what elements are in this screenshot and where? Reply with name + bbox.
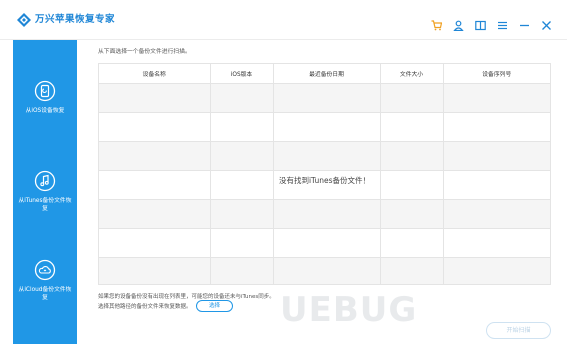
sidebar: 从iOS设备恢复 从iTunes备份文件恢复 从iCloud备份文件恢复 [13,40,77,344]
instruction-text: 从下面选择一个备份文件进行扫描。 [98,49,191,55]
start-scan-button[interactable]: 开始扫描 [486,322,551,339]
ios-device-icon [34,80,56,102]
select-button[interactable]: 选择 [196,300,233,312]
table-row [99,199,550,229]
cart-icon[interactable] [430,19,443,32]
minimize-icon[interactable] [518,19,531,32]
table-header-row: 设备名称 iOS版本 最近备份日期 文件大小 设备序列号 [99,64,550,84]
table-row [99,141,550,171]
sidebar-item-itunes[interactable]: 从iTunes备份文件恢复 [13,170,77,213]
book-icon[interactable] [474,19,487,32]
column-header[interactable]: 最近备份日期 [273,64,381,84]
table-row [99,228,550,258]
watermark-text: UEBUG [280,290,418,330]
sidebar-item-label: 从iOS设备恢复 [25,108,65,114]
app-title: 万兴苹果恢复专家 [35,14,116,25]
backup-table: 设备名称 iOS版本 最近备份日期 文件大小 设备序列号 没有找到iTunes备… [98,63,551,285]
column-header[interactable]: 文件大小 [380,64,444,84]
sidebar-item-icloud[interactable]: 从iCloud备份文件恢复 [13,259,77,302]
title-bar: 万兴苹果恢复专家 [0,0,567,40]
app-logo-icon [17,13,31,27]
column-header[interactable]: 设备序列号 [443,64,550,84]
column-header[interactable]: iOS版本 [210,64,274,84]
user-icon[interactable] [452,19,465,32]
menu-icon[interactable] [496,19,509,32]
icloud-icon [34,259,56,281]
column-header[interactable]: 设备名称 [99,64,211,84]
sidebar-item-label: 从iTunes备份文件恢复 [18,198,72,212]
table-row [99,257,550,285]
empty-table-message: 没有找到iTunes备份文件！ [278,176,371,185]
sidebar-item-label: 从iCloud备份文件恢复 [18,287,72,301]
close-icon[interactable] [540,19,553,32]
titlebar-controls [430,19,553,32]
itunes-icon [34,170,56,192]
table-row [99,112,550,142]
footer-hint-text: 如果您的设备备份没有出现在列表里，可能您的设备还未与iTunes同步。 [98,294,275,300]
table-row [99,83,550,113]
sidebar-item-ios-device[interactable]: 从iOS设备恢复 [13,80,77,115]
footer-select-text: 选择其他路径的备份文件来恢复数据。 [98,304,192,310]
